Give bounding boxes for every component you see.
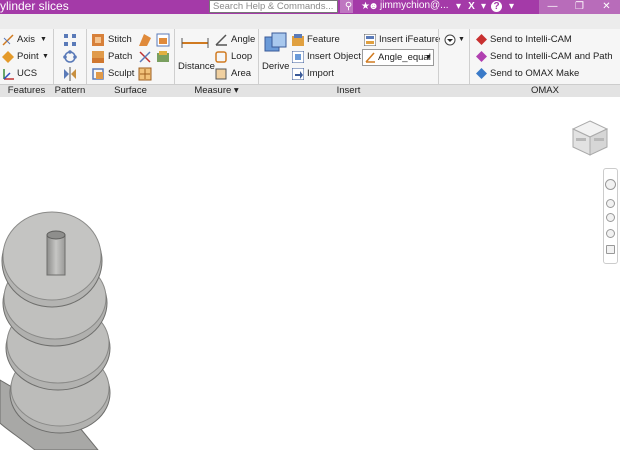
sculpt-icon (92, 68, 104, 80)
replace-face-button[interactable] (155, 49, 171, 65)
group-label-insert: Insert (336, 85, 361, 96)
ucs-icon (3, 69, 14, 80)
window-controls: — ❐ ✕ (539, 0, 620, 14)
angle-equal-select[interactable]: Angle_equal ▼ (362, 49, 434, 66)
ruled-surface-button[interactable] (137, 32, 153, 48)
user-account[interactable]: jimmychion@... (380, 0, 449, 11)
import-icon (292, 68, 304, 80)
steering-wheel-icon[interactable] (605, 179, 616, 190)
trim-icon (139, 51, 151, 63)
mirror-button[interactable] (62, 66, 78, 82)
extend-icon (156, 33, 170, 47)
minimize-icon[interactable]: — (539, 0, 566, 14)
axis-dropdown-icon[interactable]: ▼ (40, 32, 47, 48)
exchange-dropdown-icon[interactable]: ▾ (478, 1, 489, 12)
derive-button[interactable]: Derive (262, 32, 290, 76)
group-label-pattern: Pattern (54, 85, 86, 96)
repair-bodies-button[interactable] (137, 66, 153, 82)
restore-icon[interactable]: ❐ (566, 0, 593, 14)
patch-icon (92, 51, 104, 63)
more-tools-icon (444, 34, 456, 46)
user-icon[interactable]: ☻ (368, 1, 379, 12)
derive-icon (264, 32, 287, 52)
look-at-icon[interactable] (606, 245, 615, 254)
intellicam-path-icon (476, 51, 487, 62)
group-label-measure[interactable]: Measure ▾ (175, 85, 258, 97)
axis-icon (2, 34, 14, 46)
group-label-features: Features (7, 85, 46, 96)
more-tools-dropdown-icon: ▼ (458, 36, 465, 43)
zoom-icon[interactable] (606, 213, 615, 222)
more-tools-dropdown[interactable]: ▼ (443, 32, 466, 47)
stitch-icon (92, 34, 104, 46)
account-dropdown-icon[interactable]: ▾ (453, 1, 464, 12)
model-view[interactable] (0, 98, 620, 450)
orbit-icon[interactable] (606, 229, 615, 238)
feature-icon (292, 34, 304, 46)
group-label-surface: Surface (114, 85, 147, 96)
angle-equal-dropdown-icon[interactable]: ▼ (425, 50, 432, 65)
rectangular-pattern-button[interactable] (62, 32, 78, 48)
group-label-omax: OMAX (531, 85, 559, 96)
loop-icon (215, 51, 227, 63)
exchange-icon[interactable]: X (466, 1, 477, 12)
repair-bodies-icon (138, 67, 152, 81)
navigation-bar (603, 168, 618, 264)
insert-object-icon (292, 51, 304, 63)
help-dropdown-icon[interactable]: ▾ (506, 1, 517, 12)
ribbon-tab-strip (0, 14, 620, 29)
insert-ifeature-icon (364, 34, 376, 46)
viewcube[interactable] (570, 118, 610, 158)
point-dropdown-icon[interactable]: ▼ (42, 49, 49, 65)
distance-icon (181, 38, 209, 48)
distance-button[interactable]: Distance (178, 32, 215, 76)
point-icon (2, 51, 14, 63)
replace-face-icon (157, 51, 169, 62)
binoculars-icon[interactable]: ⚲ (343, 1, 354, 12)
ruled-surface-icon (139, 34, 151, 46)
intellicam-icon (476, 34, 487, 45)
pan-icon[interactable] (606, 199, 615, 208)
circular-pattern-icon (63, 50, 77, 63)
trim-button[interactable] (137, 49, 153, 65)
ribbon-group-labels: Features Pattern Surface Measure ▾ Inser… (0, 84, 620, 97)
omax-make-icon (476, 68, 487, 79)
graphics-viewport[interactable] (0, 98, 620, 450)
rectangular-pattern-icon (64, 34, 76, 46)
title-bar: ylinder slices Search Help & Commands...… (0, 0, 620, 14)
mirror-icon (64, 67, 76, 81)
angle-equal-icon (365, 52, 375, 63)
extend-button[interactable] (155, 32, 171, 48)
window-title: ylinder slices (0, 0, 69, 13)
angle-icon (215, 34, 227, 46)
help-icon[interactable]: ? (491, 1, 502, 12)
circular-pattern-button[interactable] (62, 49, 78, 65)
close-icon[interactable]: ✕ (593, 0, 620, 14)
search-input[interactable]: Search Help & Commands... (209, 0, 338, 13)
area-icon (215, 68, 227, 80)
